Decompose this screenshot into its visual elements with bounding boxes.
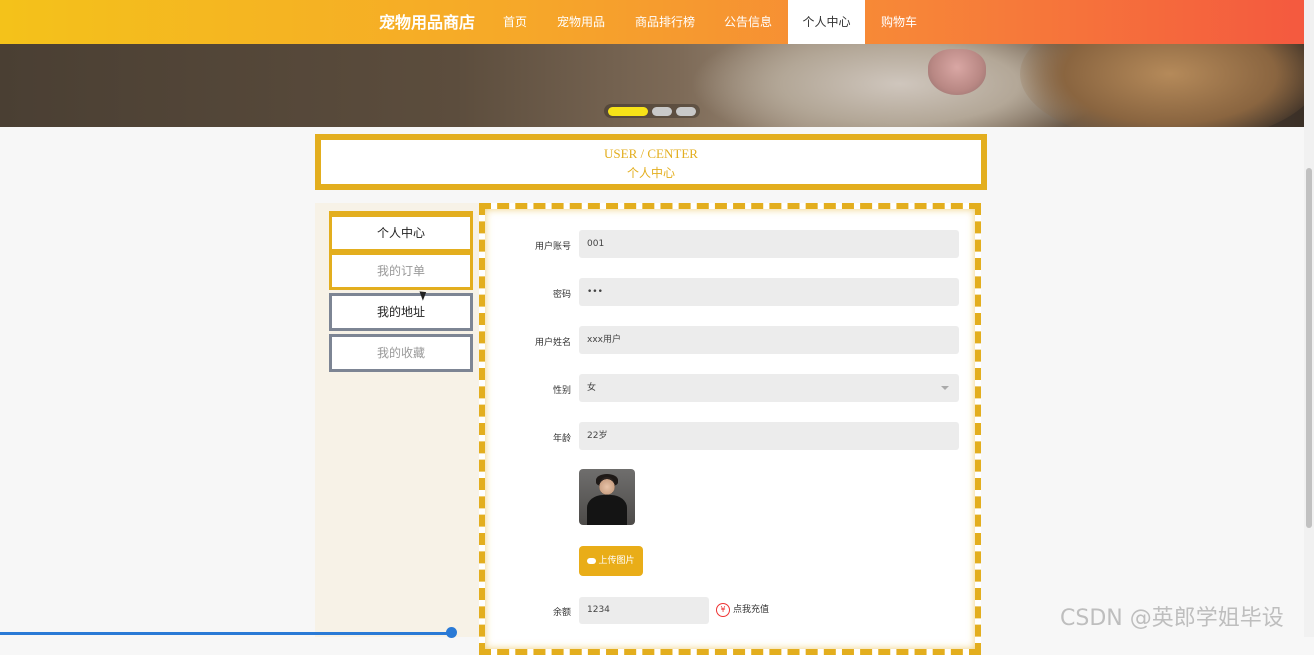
yen-circle-icon: ¥: [716, 602, 730, 617]
carousel-dot[interactable]: [652, 107, 672, 116]
top-navbar: 宠物用品商店 首页 宠物用品 商品排行榜 公告信息 个人中心 购物车: [0, 0, 1304, 44]
name-label: 用户姓名: [534, 338, 571, 348]
nav-user-center[interactable]: 个人中心: [788, 0, 865, 44]
password-label: 密码: [552, 290, 571, 300]
chevron-down-icon: [941, 386, 949, 390]
nav-pet-supplies[interactable]: 宠物用品: [545, 0, 617, 44]
name-field[interactable]: xxx用户: [579, 326, 959, 354]
nav-announcements[interactable]: 公告信息: [713, 0, 783, 44]
balance-field: 1234: [579, 597, 709, 624]
scrollbar-thumb[interactable]: [1306, 168, 1312, 528]
gender-label: 性别: [552, 386, 571, 396]
age-label: 年龄: [552, 434, 571, 444]
upload-button-label: 上传图片: [598, 556, 635, 566]
account-field[interactable]: 001: [579, 230, 959, 258]
balance-label: 余额: [552, 608, 571, 618]
carousel-dot[interactable]: [676, 107, 696, 116]
recharge-link[interactable]: ¥ 点我充值: [716, 602, 769, 617]
age-field[interactable]: 22岁: [579, 422, 959, 450]
page-title-en: USER / CENTER: [604, 146, 698, 161]
watermark: CSDN @英郎学姐毕设: [1060, 606, 1284, 631]
banner-cat-fur-right: [1020, 44, 1304, 127]
recharge-label: 点我充值: [733, 605, 770, 615]
upload-image-button[interactable]: 上传图片: [579, 546, 643, 576]
sidebar-item-my-favorites[interactable]: 我的收藏: [329, 334, 473, 372]
gender-select[interactable]: 女: [579, 374, 959, 402]
gender-select-value: 女: [587, 383, 597, 393]
page-title-box: USER / CENTER 个人中心: [315, 134, 987, 190]
brand-title[interactable]: 宠物用品商店: [379, 9, 475, 33]
nav-rankings[interactable]: 商品排行榜: [623, 0, 707, 44]
carousel-dot-active[interactable]: [608, 107, 648, 116]
nav-cart[interactable]: 购物车: [869, 0, 929, 44]
sidebar-item-my-address[interactable]: 我的地址: [329, 293, 473, 331]
cloud-upload-icon: [587, 557, 597, 564]
account-label: 用户账号: [534, 242, 571, 252]
avatar-head: [599, 477, 615, 495]
avatar-body: [587, 495, 627, 525]
progress-handle[interactable]: [446, 627, 457, 638]
sidebar-item-user-center[interactable]: 个人中心: [329, 211, 473, 252]
banner-cat-nose: [928, 49, 986, 95]
nav-home[interactable]: 首页: [489, 0, 541, 44]
sidebar-item-my-orders[interactable]: 我的订单: [329, 252, 473, 290]
avatar-image: [579, 469, 635, 525]
page-title-cn: 个人中心: [626, 166, 675, 180]
video-progress-bar[interactable]: [0, 632, 452, 635]
sidebar: 个人中心 我的订单 我的地址 我的收藏: [315, 203, 481, 637]
password-field[interactable]: •••: [579, 278, 959, 306]
